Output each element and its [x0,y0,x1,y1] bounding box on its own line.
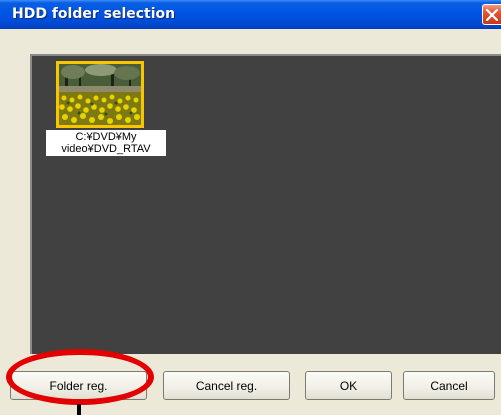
cancel-button[interactable]: Cancel [403,371,495,400]
ok-button[interactable]: OK [305,371,392,400]
close-icon [486,9,498,21]
folder-path-line1: C:¥DVD¥My [75,131,137,143]
hdd-folder-selection-dialog: HDD folder selection C:¥DVD¥My video¥DVD… [0,0,501,415]
folder-path-line2: video¥DVD_RTAV [61,143,151,155]
title-bar[interactable]: HDD folder selection [0,0,501,29]
pointer-arrow-annotation [77,404,81,415]
close-button[interactable] [482,4,501,25]
folder-list-panel[interactable]: C:¥DVD¥My video¥DVD_RTAV [30,54,501,354]
folder-thumbnail-image [59,64,141,125]
window-title: HDD folder selection [12,6,176,22]
folder-thumbnail[interactable] [56,61,144,128]
folder-reg-button[interactable]: Folder reg. [10,371,147,400]
cancel-reg-button[interactable]: Cancel reg. [163,371,290,400]
folder-path-label[interactable]: C:¥DVD¥My video¥DVD_RTAV [46,130,166,156]
